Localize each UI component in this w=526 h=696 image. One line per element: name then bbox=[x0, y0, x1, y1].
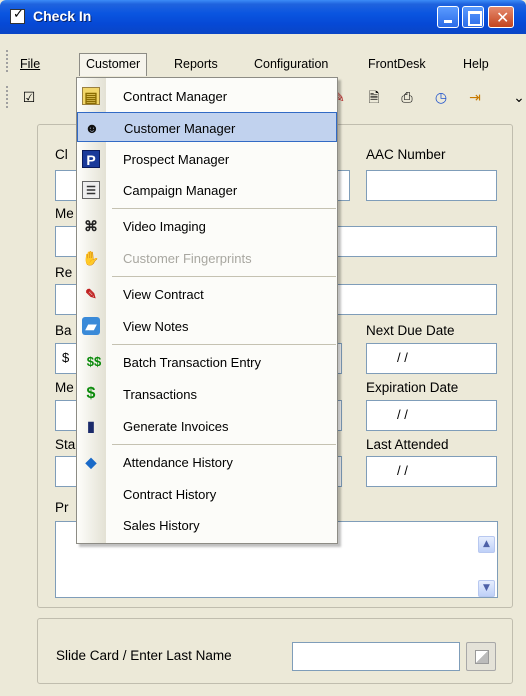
menu-reports[interactable]: Reports bbox=[168, 55, 224, 73]
balance-label: Ba bbox=[55, 323, 72, 338]
club-label: Cl bbox=[55, 147, 68, 162]
invoice-icon: ▮ bbox=[87, 418, 95, 434]
re-label: Re bbox=[55, 265, 73, 280]
scroll-up-icon[interactable]: ▲ bbox=[478, 536, 495, 553]
menu-customer[interactable]: Customer bbox=[79, 53, 148, 76]
document-tool-icon[interactable]: 🗎 bbox=[365, 89, 383, 107]
next-due-date-label: Next Due Date bbox=[366, 323, 455, 338]
clock-tool-icon[interactable]: ◷ bbox=[432, 89, 450, 107]
expiration-date-label: Expiration Date bbox=[366, 380, 459, 395]
camera-icon: ⌘ bbox=[84, 218, 98, 234]
expiration-date-field[interactable]: / / bbox=[366, 400, 497, 431]
close-button[interactable]: ✕ bbox=[488, 6, 514, 28]
title-bar[interactable]: ✓ Check In ✕ bbox=[0, 0, 526, 34]
attendance-icon: ◆ bbox=[85, 454, 97, 470]
menu-configuration[interactable]: Configuration bbox=[248, 55, 334, 73]
status-label: Sta bbox=[55, 437, 76, 452]
menu-item-campaign-manager[interactable]: ☰ Campaign Manager bbox=[77, 175, 337, 205]
menu-item-video-imaging[interactable]: ⌘ Video Imaging bbox=[77, 211, 337, 241]
scroll-down-icon[interactable]: ▼ bbox=[478, 580, 495, 597]
menu-bar: File Customer Reports Configuration Fron… bbox=[0, 50, 526, 76]
check-in-window: ✓ Check In ✕ File Customer Reports Confi… bbox=[0, 0, 526, 696]
toolbar-overflow-icon[interactable]: ⌄ bbox=[510, 89, 526, 107]
last-attended-label: Last Attended bbox=[366, 437, 449, 452]
menu-item-prospect-manager[interactable]: P Prospect Manager bbox=[77, 144, 337, 174]
menu-help[interactable]: Help bbox=[457, 55, 495, 73]
slide-card-input[interactable] bbox=[292, 642, 460, 671]
menu-item-sales-history[interactable]: Sales History bbox=[77, 510, 337, 540]
campaign-manager-icon: ☰ bbox=[82, 181, 100, 199]
toolbar-grip[interactable] bbox=[6, 86, 9, 108]
menu-item-view-contract[interactable]: ✎ View Contract bbox=[77, 279, 337, 309]
next-due-date-field[interactable]: / / bbox=[366, 343, 497, 374]
menu-file[interactable]: File bbox=[14, 55, 46, 73]
slide-card-label: Slide Card / Enter Last Name bbox=[56, 648, 232, 663]
menu-separator bbox=[112, 276, 336, 277]
menu-separator bbox=[112, 208, 336, 209]
aac-number-label: AAC Number bbox=[366, 147, 446, 162]
slide-card-button[interactable] bbox=[466, 642, 496, 671]
print-tool-icon[interactable]: ⎙ bbox=[398, 89, 416, 107]
menu-frontdesk[interactable]: FrontDesk bbox=[362, 55, 432, 73]
contract-manager-icon: ▤ bbox=[82, 87, 100, 105]
edit-contract-icon: ✎ bbox=[85, 286, 97, 302]
menu-item-attendance-history[interactable]: ◆ Attendance History bbox=[77, 447, 337, 477]
member2-label: Me bbox=[55, 380, 74, 395]
menu-item-transactions[interactable]: $ Transactions bbox=[77, 379, 337, 409]
close-icon: ✕ bbox=[496, 8, 510, 27]
window-title: Check In bbox=[33, 8, 92, 24]
pr-label: Pr bbox=[55, 500, 69, 515]
maximize-button[interactable] bbox=[462, 6, 484, 28]
member-label: Me bbox=[55, 206, 74, 221]
menu-item-contract-manager[interactable]: ▤ Contract Manager bbox=[77, 81, 337, 111]
minimize-button[interactable] bbox=[437, 6, 459, 28]
last-attended-field[interactable]: / / bbox=[366, 456, 497, 487]
checkbox-app-icon: ✓ bbox=[10, 7, 25, 24]
hand-icon: ✋ bbox=[82, 250, 100, 266]
customer-manager-icon: ☻ bbox=[84, 120, 100, 136]
checkin-tool-icon[interactable]: ☑ bbox=[20, 89, 38, 107]
menu-item-batch-transaction-entry[interactable]: $$ Batch Transaction Entry bbox=[77, 347, 337, 377]
menu-separator bbox=[112, 344, 336, 345]
dollar-icon: $ bbox=[86, 385, 96, 402]
menu-item-generate-invoices[interactable]: ▮ Generate Invoices bbox=[77, 411, 337, 441]
menu-item-customer-fingerprints[interactable]: ✋ Customer Fingerprints bbox=[77, 243, 337, 273]
customer-menu-dropdown: ▤ Contract Manager ☻ Customer Manager P … bbox=[76, 77, 338, 544]
notes-icon: ▰ bbox=[82, 317, 100, 335]
menu-item-customer-manager[interactable]: ☻ Customer Manager bbox=[77, 112, 337, 142]
aac-number-field[interactable] bbox=[366, 170, 497, 201]
menu-grip[interactable] bbox=[6, 50, 9, 72]
prospect-manager-icon: P bbox=[82, 150, 100, 168]
exit-tool-icon[interactable]: ⇥ bbox=[466, 89, 484, 107]
menu-separator bbox=[112, 444, 336, 445]
menu-item-contract-history[interactable]: Contract History bbox=[77, 479, 337, 509]
menu-item-view-notes[interactable]: ▰ View Notes bbox=[77, 311, 337, 341]
batch-dollar-icon: $$ bbox=[86, 354, 102, 369]
